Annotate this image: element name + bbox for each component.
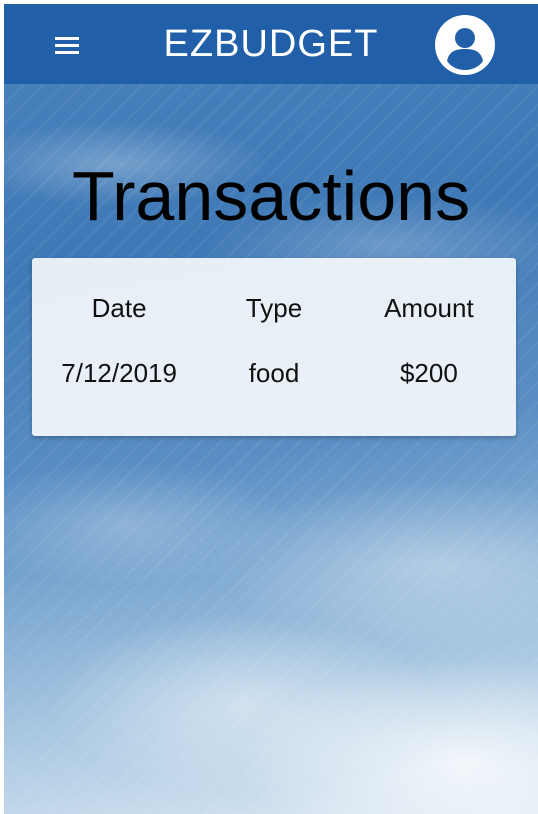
cell-type: food: [248, 358, 300, 388]
menu-button[interactable]: [50, 32, 84, 60]
transactions-card: Date Type Amount 7/12/2019 food $200: [32, 258, 516, 436]
column-header-type: Type: [245, 292, 303, 323]
page-title: Transactions: [71, 157, 471, 235]
app-title: EZBUDGET: [163, 22, 379, 65]
table-header-row: Date Type Amount: [32, 258, 516, 358]
cell-amount: $200: [399, 358, 458, 388]
table-row[interactable]: 7/12/2019 food $200: [32, 358, 516, 402]
cell-date: 7/12/2019: [61, 358, 177, 388]
account-button[interactable]: [434, 14, 496, 76]
account-circle-icon: [435, 15, 495, 75]
column-header-amount: Amount: [384, 292, 474, 323]
column-header-date: Date: [91, 292, 147, 323]
transactions-table: Date Type Amount 7/12/2019 food $200: [32, 258, 516, 402]
app-bar: EZBUDGET: [4, 4, 538, 84]
app-frame: EZBUDGET Transactions Date Type Amount 7…: [4, 4, 538, 814]
